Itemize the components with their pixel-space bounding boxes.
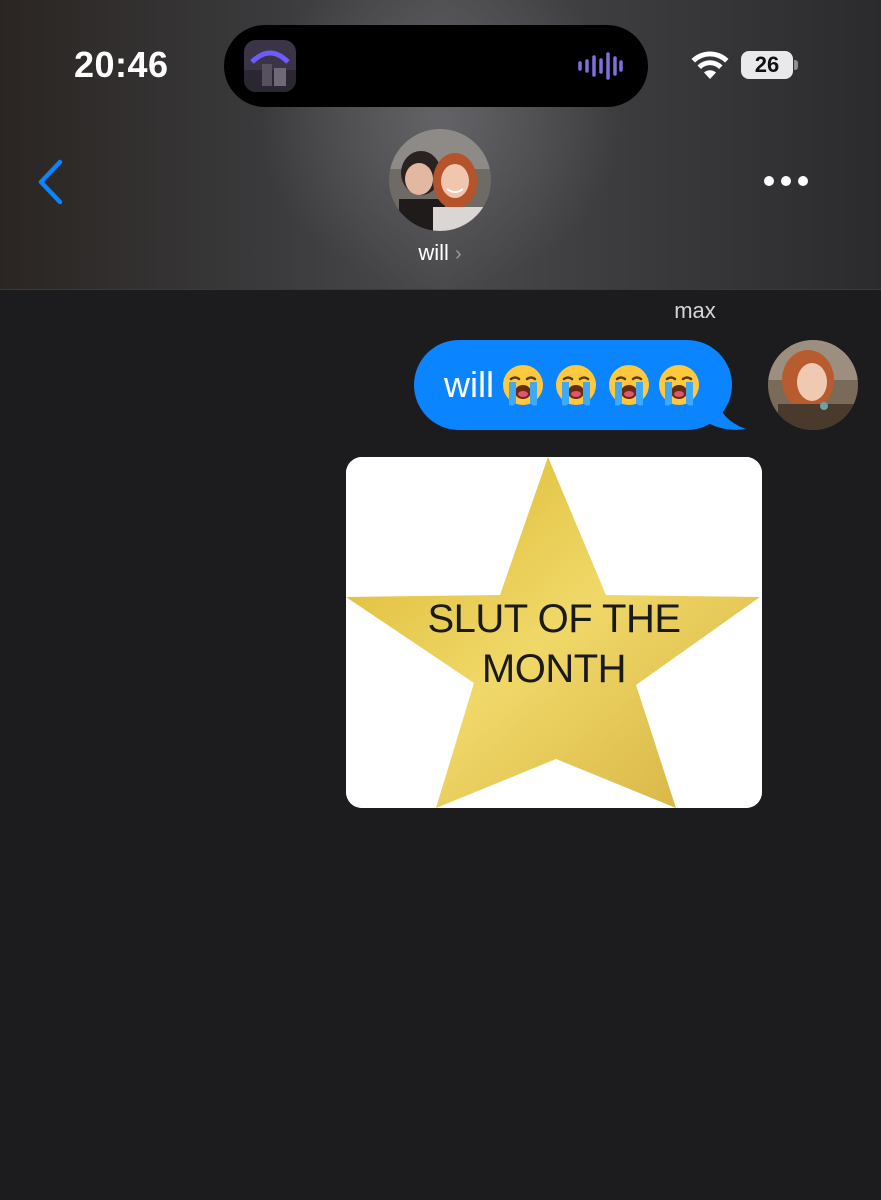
image-attachment[interactable]: SLUT OF THE MONTH — [346, 457, 762, 808]
star-text-line-2: MONTH — [481, 647, 627, 691]
sender-name: max — [674, 298, 716, 323]
dynamic-island[interactable] — [224, 25, 648, 107]
sender-avatar[interactable] — [768, 340, 858, 430]
more-dots-icon — [764, 176, 808, 186]
back-chevron-icon — [38, 159, 63, 205]
conversation-header: 20:46 26 will › — [0, 0, 881, 290]
status-time: 20:46 — [74, 44, 169, 85]
more-options-button[interactable] — [756, 164, 816, 198]
chevron-right-icon: › — [454, 243, 462, 265]
back-button[interactable] — [30, 152, 74, 212]
now-playing-artwork — [244, 40, 296, 92]
battery-icon: 26 — [741, 51, 798, 79]
message-text: will — [444, 364, 494, 405]
battery-nub — [794, 60, 798, 70]
contact-name-button[interactable]: will › — [380, 240, 500, 274]
crying-emoji-row — [501, 362, 701, 408]
battery-level: 26 — [741, 51, 793, 79]
contact-name: will — [418, 240, 449, 265]
star-text-line-1: SLUT OF THE — [427, 597, 681, 641]
contact-avatar[interactable] — [389, 129, 491, 231]
audio-waveform-icon — [576, 52, 624, 80]
wifi-icon — [691, 50, 729, 80]
bubble-tail — [706, 396, 746, 430]
